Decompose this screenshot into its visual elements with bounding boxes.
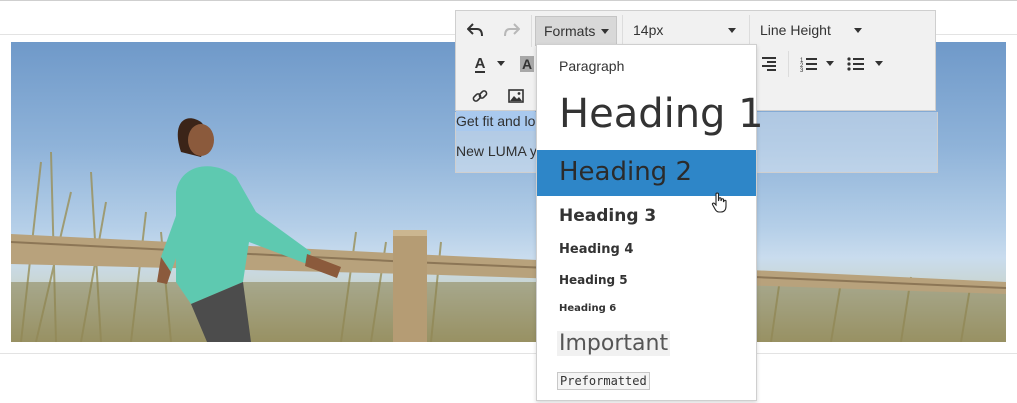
link-icon <box>472 90 488 102</box>
formats-label: Formats <box>544 23 596 39</box>
chevron-down-icon[interactable] <box>875 61 883 66</box>
formats-menu: Paragraph Heading 1 Heading 2 Heading 3 … <box>536 44 764 401</box>
chevron-down-icon <box>728 28 736 33</box>
toolbar-separator <box>788 51 789 77</box>
insert-image-button[interactable] <box>503 83 529 109</box>
align-right-button[interactable] <box>756 51 782 77</box>
stage-border-bottom <box>0 353 1017 354</box>
format-item-heading-2[interactable]: Heading 2 <box>537 150 756 196</box>
undo-icon <box>467 23 483 37</box>
align-right-icon <box>762 57 776 71</box>
numbered-list-icon: 1 2 3 <box>800 58 817 72</box>
chevron-down-icon <box>601 29 609 34</box>
format-item-paragraph[interactable]: Paragraph <box>537 55 756 79</box>
format-item-heading-4[interactable]: Heading 4 <box>537 239 756 261</box>
formats-dropdown[interactable]: Formats <box>535 16 617 46</box>
numbered-list-button[interactable]: 1 2 3 <box>796 51 822 77</box>
bullet-list-button[interactable] <box>843 51 869 77</box>
format-item-heading-6[interactable]: Heading 6 <box>537 301 756 319</box>
top-divider <box>0 0 1017 1</box>
chevron-down-icon[interactable] <box>826 61 834 66</box>
toolbar-separator <box>622 15 623 47</box>
toolbar-separator <box>749 15 750 47</box>
redo-icon <box>504 23 520 37</box>
insert-link-button[interactable] <box>467 83 493 109</box>
toolbar-separator <box>531 15 532 47</box>
font-size-dropdown[interactable]: 14px <box>633 22 743 38</box>
font-size-value: 14px <box>633 22 664 38</box>
editor-line-2[interactable]: New LUMA y <box>456 143 537 159</box>
editor-line-1[interactable]: Get fit and lo <box>456 111 536 131</box>
text-color-glyph: A <box>474 54 486 73</box>
chevron-down-icon <box>854 28 862 33</box>
hand-cursor-icon <box>711 192 727 213</box>
redo-button[interactable] <box>498 17 526 43</box>
bullet-list-icon <box>847 57 864 71</box>
bg-color-glyph: A <box>519 56 535 72</box>
svg-text:3: 3 <box>800 68 804 72</box>
format-item-preformatted[interactable]: Preformatted <box>537 371 756 393</box>
undo-button[interactable] <box>461 17 489 43</box>
text-color-button[interactable]: A <box>466 51 494 77</box>
format-item-heading-5[interactable]: Heading 5 <box>537 271 756 291</box>
chevron-down-icon[interactable] <box>497 61 505 66</box>
selected-text[interactable]: Get fit and lo <box>456 111 536 131</box>
image-icon <box>508 89 524 103</box>
line-height-label: Line Height <box>760 22 831 38</box>
line-height-dropdown[interactable]: Line Height <box>760 22 870 38</box>
format-item-heading-1[interactable]: Heading 1 <box>537 85 764 143</box>
format-item-important[interactable]: Important <box>537 330 756 362</box>
